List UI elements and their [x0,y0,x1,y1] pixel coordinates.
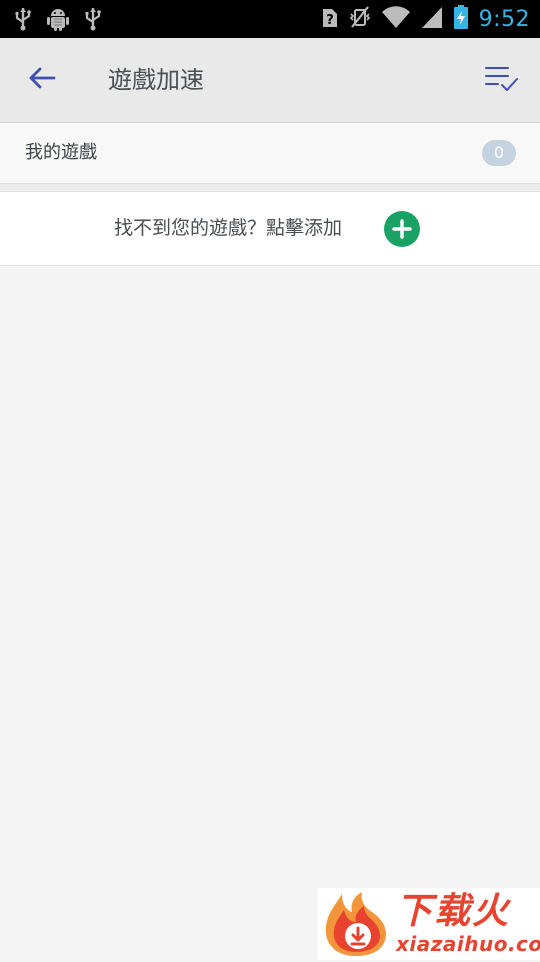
clock: 9:52 [478,6,530,32]
my-games-header[interactable]: 我的遊戲 0 [0,123,540,184]
sim-unknown-icon: ? [321,5,339,33]
status-right-icons: ? 9:52 [321,4,530,34]
signal-icon [421,5,443,33]
add-game-row[interactable]: 找不到您的遊戲？點擊添加 [0,191,540,266]
page-title: 遊戲加速 [108,66,204,94]
add-game-label: 找不到您的遊戲？點擊添加 [114,217,343,239]
status-left-icons [14,6,102,36]
plus-circle-icon[interactable] [384,211,420,247]
usb-icon [84,7,102,35]
status-bar: ? 9:52 [0,0,540,38]
section-divider [0,184,540,190]
svg-text:?: ? [326,13,334,28]
wifi-icon [381,5,411,33]
list-check-icon [484,63,520,97]
watermark: 下载火 xiazaihuo.com [318,888,540,960]
game-count-badge: 0 [482,140,516,166]
vibrate-off-icon [349,5,371,33]
battery-charging-icon [453,4,469,34]
usb-icon [14,7,32,35]
toolbar: 遊戲加速 [0,38,540,123]
flame-logo-icon [320,890,392,962]
watermark-brand: 下载火 [396,891,511,932]
watermark-url: xiazaihuo.com [396,932,540,956]
my-games-label: 我的遊戲 [25,142,97,163]
arrow-left-icon [28,66,56,94]
select-games-button[interactable] [480,60,524,100]
android-debug-icon [46,6,70,36]
back-button[interactable] [18,58,66,102]
